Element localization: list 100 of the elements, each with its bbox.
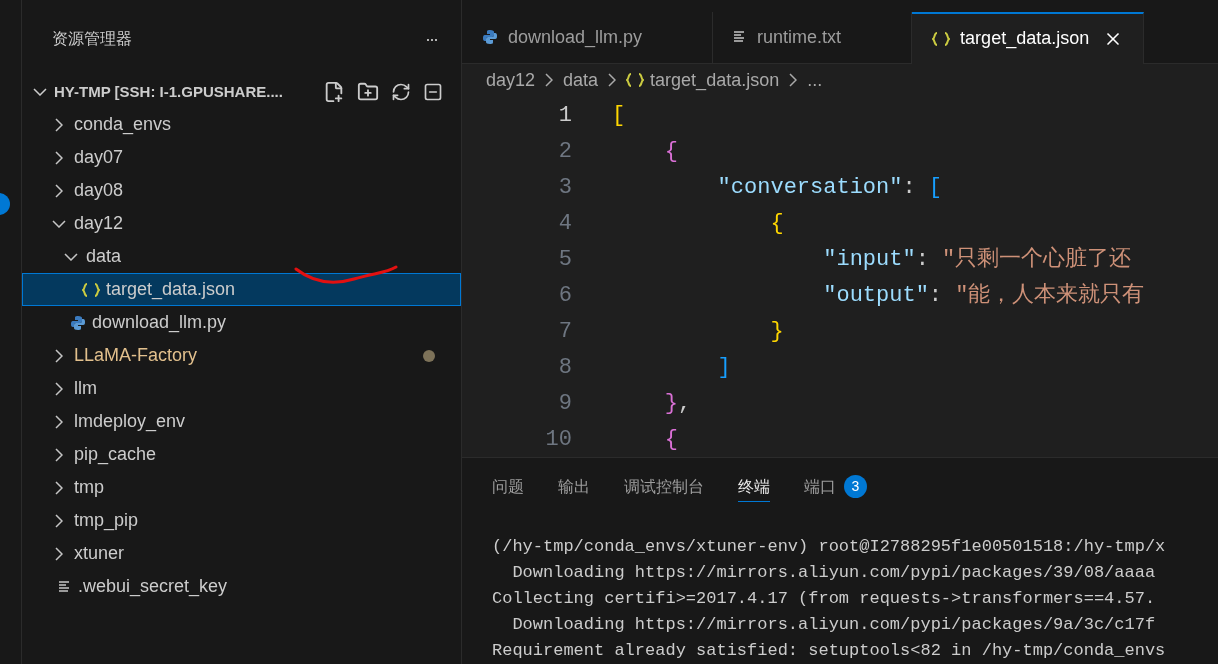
line-number: 9 bbox=[557, 389, 572, 418]
chevron-right-icon bbox=[55, 414, 63, 429]
item-label: day12 bbox=[74, 212, 124, 235]
chevron-right-icon bbox=[55, 183, 63, 198]
editor-tab[interactable]: download_llm.py bbox=[462, 11, 714, 63]
code-line: }, bbox=[663, 389, 692, 418]
python-icon bbox=[482, 29, 498, 46]
panel-tab[interactable]: 端口 3 bbox=[804, 472, 867, 502]
new-file-icon[interactable] bbox=[323, 81, 345, 103]
more-actions-button[interactable]: ··· bbox=[425, 30, 437, 48]
chevron-down-icon bbox=[64, 252, 78, 261]
refresh-icon[interactable] bbox=[391, 82, 411, 102]
line-number: 1 bbox=[557, 101, 572, 130]
code-line: } bbox=[769, 317, 784, 346]
folder-item[interactable]: LLaMA-Factory bbox=[22, 339, 461, 372]
tab-label: download_llm.py bbox=[508, 25, 643, 50]
editor-tab[interactable]: target_data.json bbox=[912, 11, 1145, 64]
item-label: day08 bbox=[74, 179, 124, 202]
item-label: pip_cache bbox=[74, 443, 157, 467]
panel-tab[interactable]: 终端 bbox=[738, 472, 770, 502]
chevron-right-icon bbox=[55, 513, 63, 528]
line-number: 6 bbox=[557, 281, 572, 310]
item-label: day07 bbox=[74, 146, 124, 169]
explorer-title: 资源管理器 bbox=[52, 29, 132, 49]
workspace-label: HY-TMP [SSH: I-1.GPUSHARE.... bbox=[54, 81, 283, 102]
folder-item[interactable]: lmdeploy_env bbox=[22, 405, 461, 438]
item-label: conda_envs bbox=[74, 113, 172, 137]
item-label: llm bbox=[74, 377, 97, 400]
chevron-right-icon bbox=[55, 348, 63, 363]
folder-item[interactable]: llm bbox=[22, 372, 461, 405]
chevron-down-icon bbox=[33, 88, 47, 96]
chevron-right-icon bbox=[55, 117, 63, 132]
file-item[interactable]: .webui_secret_key bbox=[22, 570, 461, 603]
breadcrumb-item[interactable]: data bbox=[563, 67, 599, 94]
item-label: tmp_pip bbox=[74, 509, 139, 533]
line-number: 5 bbox=[557, 245, 572, 274]
folder-item[interactable]: day08 bbox=[22, 174, 461, 207]
breadcrumb-item[interactable]: ... bbox=[807, 67, 823, 94]
tab-label: target_data.json bbox=[960, 27, 1090, 51]
code-line: { bbox=[663, 425, 678, 454]
folder-item[interactable]: day07 bbox=[22, 141, 461, 174]
workspace-header[interactable]: HY-TMP [SSH: I-1.GPUSHARE.... bbox=[22, 78, 461, 106]
item-label: target_data.json bbox=[106, 278, 236, 302]
chevron-right-icon bbox=[55, 150, 63, 165]
terminal-line: (/hy-tmp/conda_envs/xtuner-env) root@I2788295f1e00501518:/hy-tmp/x bbox=[492, 536, 1167, 558]
chevron-right-icon bbox=[55, 381, 63, 396]
folder-item[interactable]: tmp_pip bbox=[22, 504, 461, 537]
terminal-line: Requirement already satisfied: setuptools<82 in /hy-tmp/conda_envs bbox=[492, 640, 1167, 662]
folder-item[interactable]: tmp bbox=[22, 471, 461, 504]
item-label: lmdeploy_env bbox=[74, 410, 186, 434]
folder-item[interactable]: conda_envs bbox=[22, 108, 461, 141]
file-item[interactable]: download_llm.py bbox=[22, 306, 461, 339]
line-number: 2 bbox=[557, 137, 572, 166]
code-line: "output": "能，人本来就只有 bbox=[822, 281, 1145, 310]
item-label: xtuner bbox=[74, 542, 125, 565]
text-lines-icon bbox=[58, 579, 72, 594]
item-label: LLaMA-Factory bbox=[74, 344, 198, 367]
line-number: 8 bbox=[557, 353, 572, 382]
terminal-line: Collecting certifi>=2017.4.17 (from requests->transformers==4.57. bbox=[492, 588, 1157, 610]
braces-icon bbox=[82, 281, 100, 298]
chevron-right-icon bbox=[55, 546, 63, 561]
item-label: download_llm.py bbox=[92, 311, 227, 335]
line-number: 4 bbox=[557, 209, 572, 238]
terminal-line: Downloading https://mirrors.aliyun.com/pypi/packages/39/08/aaaa bbox=[511, 562, 1157, 584]
chevron-down-icon bbox=[52, 219, 66, 228]
python-icon bbox=[70, 314, 86, 331]
folder-item[interactable]: data bbox=[22, 240, 461, 273]
panel-tab[interactable]: 问题 bbox=[492, 472, 524, 502]
item-label: tmp bbox=[74, 476, 104, 499]
panel-tab[interactable]: 调试控制台 bbox=[624, 472, 704, 502]
breadcrumb-item[interactable]: day12 bbox=[486, 67, 536, 94]
count-badge: 3 bbox=[844, 475, 867, 498]
line-number: 10 bbox=[544, 425, 572, 454]
code-line: { bbox=[663, 137, 678, 166]
item-label: data bbox=[86, 245, 122, 268]
file-item[interactable]: target_data.json bbox=[22, 273, 461, 306]
code-line: ] bbox=[716, 353, 731, 382]
code-line: { bbox=[769, 209, 784, 238]
line-number: 7 bbox=[557, 317, 572, 346]
item-label: .webui_secret_key bbox=[78, 575, 228, 599]
panel-tab[interactable]: 输出 bbox=[558, 472, 590, 502]
chevron-right-icon bbox=[55, 480, 63, 495]
code-line: "input": "只剩一个心脏了还 bbox=[822, 245, 1132, 274]
tab-label: runtime.txt bbox=[757, 25, 842, 49]
code-line: "conversation": [ bbox=[716, 173, 943, 202]
breadcrumb-item[interactable]: target_data.json bbox=[650, 67, 780, 94]
chevron-right-icon bbox=[608, 73, 617, 88]
braces-icon bbox=[932, 30, 951, 47]
collapse-icon[interactable] bbox=[423, 82, 443, 102]
new-folder-icon[interactable] bbox=[357, 81, 379, 103]
chevron-right-icon bbox=[789, 73, 798, 88]
chevron-right-icon bbox=[55, 447, 63, 462]
braces-icon bbox=[626, 72, 645, 89]
folder-item[interactable]: day12 bbox=[22, 207, 461, 240]
chevron-right-icon bbox=[545, 73, 554, 88]
folder-item[interactable]: pip_cache bbox=[22, 438, 461, 471]
line-number: 3 bbox=[557, 173, 572, 202]
code-line: [ bbox=[612, 101, 626, 130]
folder-item[interactable]: xtuner bbox=[22, 537, 461, 570]
terminal-line: Downloading https://mirrors.aliyun.com/pypi/packages/9a/3c/c17f bbox=[511, 614, 1157, 636]
